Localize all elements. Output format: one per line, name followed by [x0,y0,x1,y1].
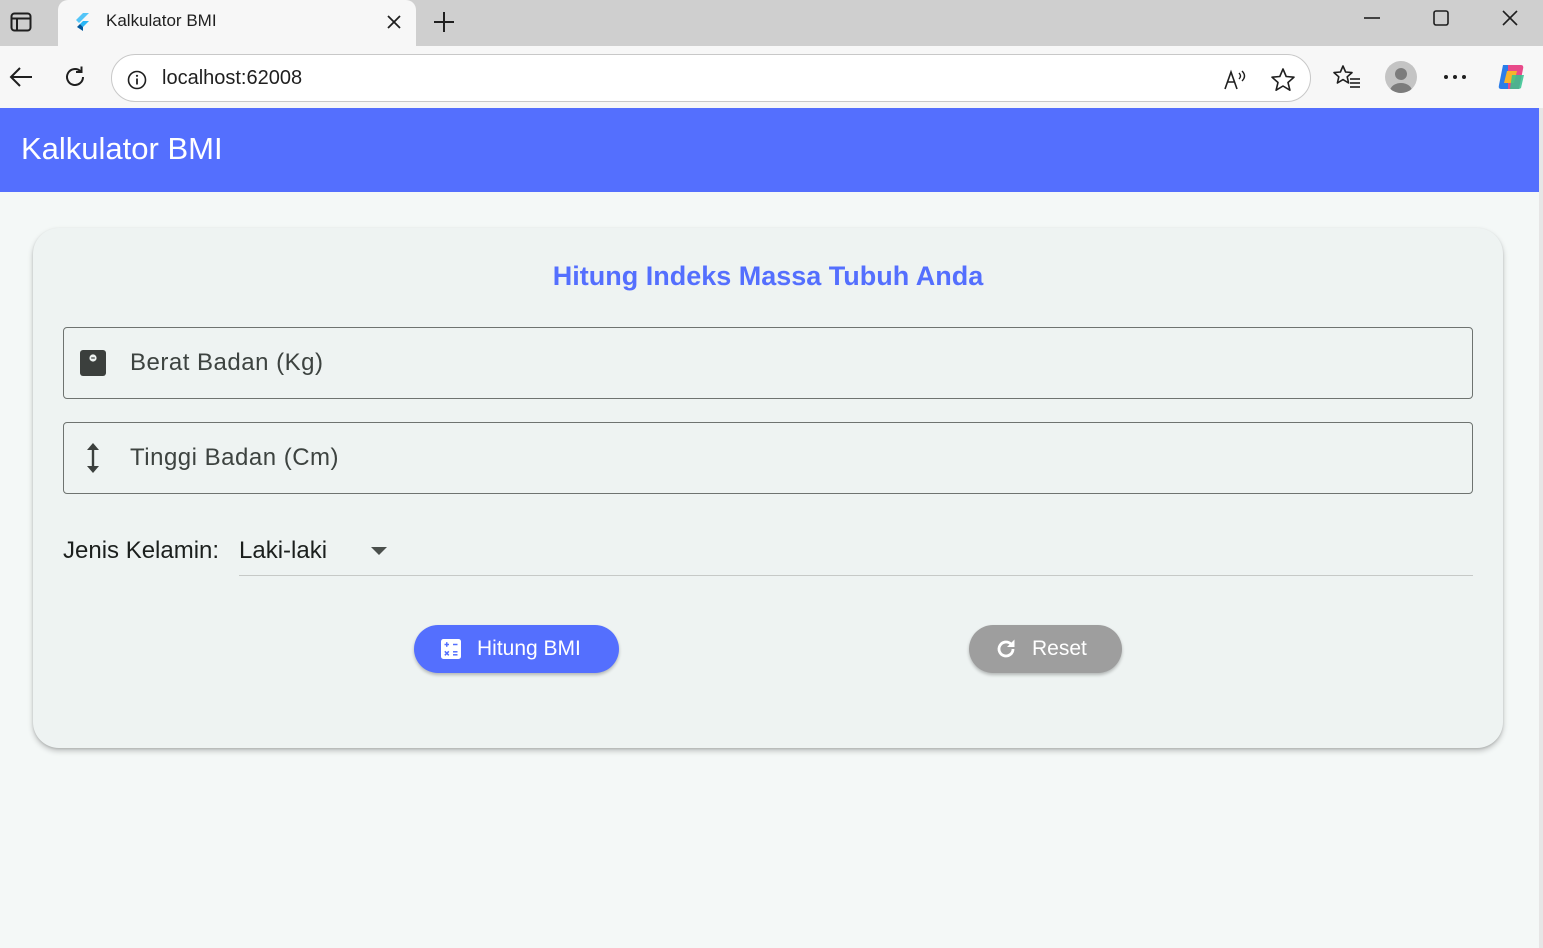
copilot-icon[interactable] [1494,60,1528,94]
close-window-button[interactable] [1476,0,1543,36]
calculator-icon [440,638,462,660]
profile-avatar [1385,61,1417,93]
gender-label: Jenis Kelamin: [63,537,220,564]
maximize-icon [1433,10,1449,26]
height-arrows-icon [78,443,108,473]
bmi-card: Hitung Indeks Massa Tubuh Anda Jenis Kel… [33,228,1503,748]
read-aloud-icon[interactable] [1223,67,1249,93]
close-icon [1502,10,1518,26]
gender-dropdown[interactable]: Laki-laki [239,530,1473,576]
new-tab-button[interactable] [428,6,460,38]
back-arrow-icon [9,67,32,87]
gender-selected-value: Laki-laki [239,537,328,564]
calculate-bmi-label: Hitung BMI [477,637,581,660]
back-button[interactable] [4,60,38,94]
more-icon [1444,75,1466,79]
address-bar[interactable]: localhost:62008 [111,54,1311,102]
flutter-logo-icon [72,12,92,32]
scale-icon [78,348,108,378]
height-field[interactable] [63,422,1473,494]
favorites-list-icon[interactable] [1330,60,1364,94]
tab-actions-icon[interactable] [6,8,36,36]
profile-button[interactable] [1384,60,1418,94]
card-heading: Hitung Indeks Massa Tubuh Anda [552,261,984,291]
weight-input[interactable] [130,349,1430,377]
refresh-icon [66,66,84,86]
tab-close-icon[interactable] [382,10,406,34]
minimize-icon [1364,17,1380,19]
site-info-icon[interactable] [124,67,150,93]
reset-label: Reset [1032,637,1087,660]
favorite-star-icon[interactable] [1270,67,1296,93]
app-title: Kalkulator BMI [21,131,223,166]
tab-title: Kalkulator BMI [106,11,217,30]
info-icon [127,70,147,90]
minimize-button[interactable] [1338,0,1406,36]
dropdown-arrow-icon [371,547,387,555]
window-edge [1539,108,1543,948]
browser-tab[interactable]: Kalkulator BMI [58,0,416,46]
browser-toolbar: localhost:62008 [0,46,1543,108]
refresh-icon [995,638,1017,660]
maximize-button[interactable] [1407,0,1475,36]
app-bar: Kalkulator BMI [0,108,1539,192]
url-text[interactable]: localhost:62008 [162,67,302,90]
weight-field[interactable] [63,327,1473,399]
reset-button[interactable]: Reset [969,625,1122,673]
browser-tab-bar: Kalkulator BMI [0,0,1543,46]
refresh-button[interactable] [58,60,92,94]
calculate-bmi-button[interactable]: Hitung BMI [414,625,619,673]
height-input[interactable] [130,444,1430,472]
plus-icon [434,12,454,32]
more-button[interactable] [1438,60,1472,94]
